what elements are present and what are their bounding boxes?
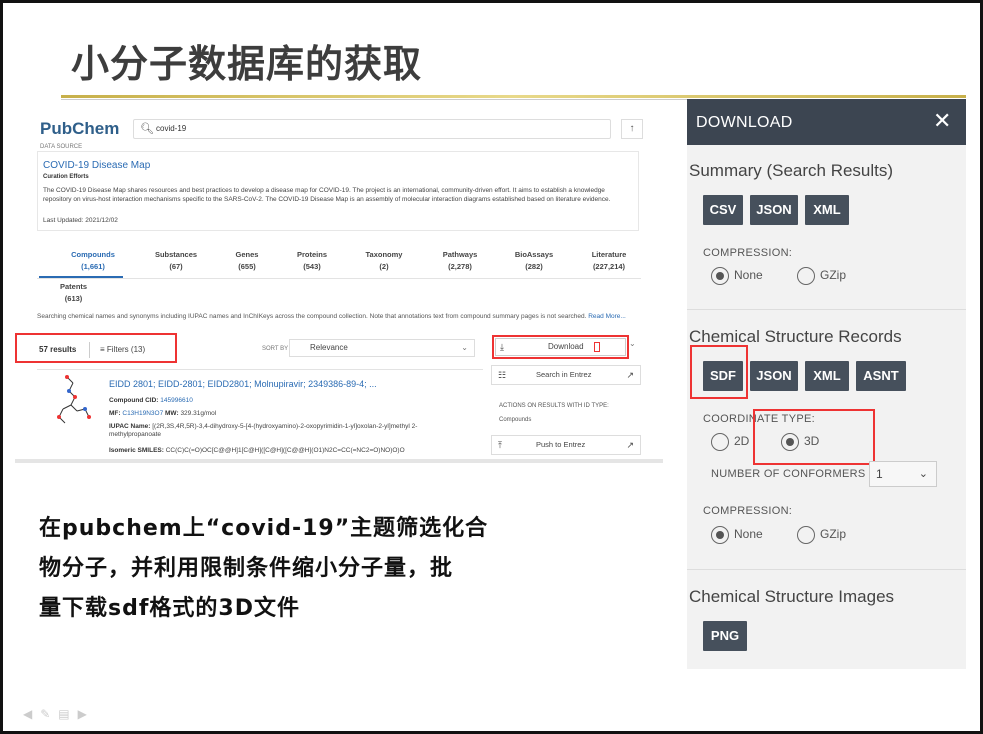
- tab-compounds[interactable]: Compounds (1,661): [53, 249, 133, 273]
- external-link-icon: ↗: [626, 370, 634, 380]
- actions-header: ACTIONS ON RESULTS WITH ID TYPE:: [499, 403, 609, 409]
- compression2-label: COMPRESSION:: [703, 505, 793, 517]
- structure-json-button[interactable]: JSON: [750, 361, 798, 391]
- cursor-mark: [594, 342, 600, 352]
- chevron-down-icon: ⌄: [918, 468, 928, 480]
- isomeric-smiles: Isomeric SMILES: CC(C)C(=O)OC[C@@H]1[C@H…: [109, 447, 405, 454]
- search-note: Searching chemical names and synonyms in…: [37, 313, 626, 320]
- radio-unchecked-icon: [711, 433, 729, 451]
- summary-json-button[interactable]: JSON: [750, 195, 798, 225]
- summary-csv-button[interactable]: CSV: [703, 195, 743, 225]
- structure-section-title: Chemical Structure Records: [689, 327, 902, 346]
- slide-caption: 在pubchem上“covid-19”主题筛选化合 物分子，并利用限制条件缩小分…: [39, 509, 639, 629]
- caption-line-1: 在pubchem上“covid-19”主题筛选化合: [39, 516, 489, 541]
- upload-icon: ⤒: [498, 440, 502, 450]
- card-description: The COVID-19 Disease Map shares resource…: [43, 187, 611, 203]
- sort-select[interactable]: Relevance ⌄: [289, 339, 475, 357]
- filter-icon: ≡: [100, 345, 105, 354]
- tab-divider: [37, 278, 641, 279]
- summary-section-title: Summary (Search Results): [689, 161, 894, 180]
- tab-literature[interactable]: Literature (227,214): [575, 249, 643, 273]
- radio-unchecked-icon: [797, 526, 815, 544]
- radio-checked-icon: [781, 433, 799, 451]
- coordinate-3d-radio[interactable]: 3D: [781, 433, 819, 451]
- screenshot-bottom-bar: [15, 459, 663, 463]
- tab-substances[interactable]: Substances (67): [141, 249, 211, 273]
- search-query: covid-19: [156, 124, 187, 133]
- download-panel-header: DOWNLOAD ✕: [687, 99, 966, 145]
- pubchem-screenshot: PubChem 🔍︎ covid-19 ↑ DATA SOURCE COVID-…: [15, 107, 663, 463]
- tab-patents[interactable]: Patents (613): [60, 281, 87, 305]
- search-input[interactable]: 🔍︎ covid-19: [133, 119, 611, 139]
- results-count: 57 results: [39, 345, 77, 354]
- compression2-gzip-radio[interactable]: GZip: [797, 526, 846, 544]
- tab-bioassays[interactable]: BioAssays (282): [501, 249, 567, 273]
- molecule-structure-image[interactable]: [49, 371, 99, 431]
- tab-taxonomy[interactable]: Taxonomy (2): [349, 249, 419, 273]
- tab-proteins[interactable]: Proteins (543): [281, 249, 343, 273]
- summary-xml-button[interactable]: XML: [805, 195, 849, 225]
- chevron-down-icon: ⌄: [461, 343, 468, 352]
- structure-sdf-button[interactable]: SDF: [703, 361, 743, 391]
- sort-by-label: SORT BY: [262, 346, 289, 352]
- search-in-entrez-button[interactable]: ☷ Search in Entrez ↗: [491, 365, 641, 385]
- section-divider: [687, 569, 966, 570]
- images-png-button[interactable]: PNG: [703, 621, 747, 651]
- download-icon: ⤓: [500, 342, 504, 352]
- result-tabs: Compounds (1,661) Substances (67) Genes (65…: [37, 249, 647, 279]
- slide: 小分子数据库的获取 PubChem 🔍︎ covid-19 ↑ DATA SOU…: [0, 0, 983, 734]
- download-button[interactable]: ⤓ Download: [495, 338, 626, 356]
- compression-none-radio[interactable]: None: [711, 267, 763, 285]
- download-panel-title: DOWNLOAD: [696, 114, 793, 131]
- push-to-entrez-button[interactable]: ⤒ Push to Entrez ↗: [491, 435, 641, 455]
- filters-button[interactable]: ≡ Filters (13): [89, 342, 169, 358]
- images-section-title: Chemical Structure Images: [689, 587, 895, 606]
- compression-gzip-radio[interactable]: GZip: [797, 267, 846, 285]
- structure-xml-button[interactable]: XML: [805, 361, 849, 391]
- entrez-icon: ☷: [498, 370, 507, 380]
- result-title-link[interactable]: EIDD 2801; EIDD-2801; EIDD2801; Molnupir…: [109, 379, 377, 389]
- chevron-down-icon[interactable]: ⌄: [629, 339, 636, 348]
- external-link-icon: ↗: [626, 440, 634, 450]
- conformers-label: NUMBER OF CONFORMERS: [711, 468, 866, 480]
- compression-label: COMPRESSION:: [703, 247, 793, 259]
- card-updated: Last Updated: 2021/12/02: [43, 217, 118, 224]
- radio-checked-icon: [711, 267, 729, 285]
- slide-title: 小分子数据库的获取: [71, 42, 423, 86]
- radio-unchecked-icon: [797, 267, 815, 285]
- compression2-none-radio[interactable]: None: [711, 526, 763, 544]
- card-subtitle: Curation Efforts: [43, 174, 89, 180]
- iupac-name: IUPAC Name: [(2R,3S,4R,5R)-3,4-dihydroxy…: [109, 423, 418, 438]
- compound-cid: Compound CID: 145996610: [109, 397, 193, 404]
- caption-line-3: 量下载sdf格式的3D文件: [39, 596, 300, 621]
- structure-asnt-button[interactable]: ASNT: [856, 361, 906, 391]
- card-title[interactable]: COVID-19 Disease Map: [43, 160, 150, 171]
- close-icon[interactable]: ✕: [933, 108, 951, 134]
- scroll-up-button[interactable]: ↑: [621, 119, 643, 139]
- read-more-link[interactable]: Read More...: [588, 313, 626, 320]
- caption-line-2: 物分子，并利用限制条件缩小分子量，批: [39, 556, 454, 581]
- slide-controls[interactable]: ◀✎▤▶: [23, 707, 95, 721]
- data-source-card: COVID-19 Disease Map Curation Efforts Th…: [37, 151, 639, 231]
- download-panel: DOWNLOAD ✕ Summary (Search Results) CSV …: [687, 99, 966, 669]
- tab-genes[interactable]: Genes (655): [217, 249, 277, 273]
- id-type-label: Compounds: [499, 417, 532, 423]
- molecular-formula: MF: C13H19N3O7 MW: 329.31g/mol: [109, 410, 217, 417]
- section-divider: [687, 309, 966, 310]
- conformers-select[interactable]: 1 ⌄: [869, 461, 937, 487]
- pubchem-logo[interactable]: PubChem: [40, 119, 119, 139]
- data-source-label: DATA SOURCE: [40, 144, 83, 150]
- title-underline: [61, 95, 966, 98]
- result-divider: [37, 369, 483, 370]
- tab-pathways[interactable]: Pathways (2,278): [427, 249, 493, 273]
- search-icon: 🔍︎: [140, 123, 154, 135]
- radio-checked-icon: [711, 526, 729, 544]
- coordinate-2d-radio[interactable]: 2D: [711, 433, 749, 451]
